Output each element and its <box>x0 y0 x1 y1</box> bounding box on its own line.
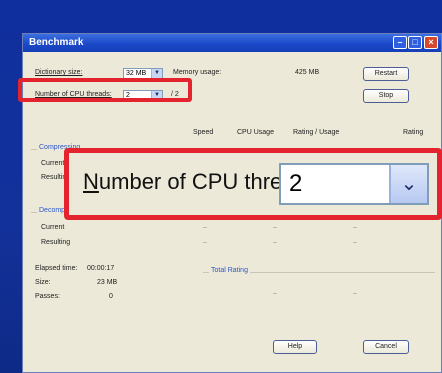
zoom-cpu-threads-select[interactable]: 2 ⌄ <box>279 163 429 205</box>
chevron-down-icon: ▼ <box>151 69 162 78</box>
total-rating-title: Total Rating <box>209 267 250 274</box>
placeholder-dash: – <box>273 239 277 246</box>
dictionary-size-label: Dictionary size: <box>35 69 83 76</box>
decompressing-resulting-label: Resulting <box>41 239 71 246</box>
placeholder-dash: – <box>353 239 357 246</box>
column-rating: Rating <box>403 129 424 136</box>
maximize-button[interactable]: □ <box>408 36 422 49</box>
column-rating-usage: Rating / Usage <box>293 129 340 136</box>
placeholder-dash: – <box>353 224 357 231</box>
cpu-threads-highlight <box>18 78 192 102</box>
window-title: Benchmark <box>29 37 84 48</box>
passes-value: 0 <box>109 293 113 300</box>
passes-label: Passes: <box>35 293 60 300</box>
memory-usage-value: 425 MB <box>295 69 320 76</box>
cancel-button[interactable]: Cancel <box>363 340 409 354</box>
size-label: Size: <box>35 279 51 286</box>
placeholder-dash: – <box>203 239 207 246</box>
dictionary-size-value: 32 MB <box>126 70 147 77</box>
restart-button[interactable]: Restart <box>363 67 409 81</box>
zoom-label-prefix: N <box>83 169 99 194</box>
compressing-current-label: Current <box>41 160 65 167</box>
title-bar[interactable]: Benchmark – □ × <box>23 34 441 52</box>
chevron-down-icon: ⌄ <box>389 165 427 203</box>
column-speed: Speed <box>193 129 214 136</box>
close-button[interactable]: × <box>424 36 438 49</box>
stop-button[interactable]: Stop <box>363 89 409 103</box>
zoom-cpu-threads-value: 2 <box>289 170 303 197</box>
minimize-button[interactable]: – <box>393 36 407 49</box>
placeholder-dash: – <box>273 224 277 231</box>
size-value: 23 MB <box>97 279 118 286</box>
elapsed-time-value: 00:00:17 <box>87 265 115 272</box>
placeholder-dash: – <box>273 290 277 297</box>
decompressing-current-label: Current <box>41 224 65 231</box>
cpu-threads-zoom-callout: Number of CPU threads: 2 ⌄ <box>64 148 442 220</box>
elapsed-time-label: Elapsed time: <box>35 265 78 272</box>
memory-usage-label: Memory usage: <box>173 69 222 76</box>
help-button[interactable]: Help <box>273 340 317 354</box>
column-cpu-usage: CPU Usage <box>237 129 274 136</box>
placeholder-dash: – <box>353 290 357 297</box>
placeholder-dash: – <box>203 224 207 231</box>
